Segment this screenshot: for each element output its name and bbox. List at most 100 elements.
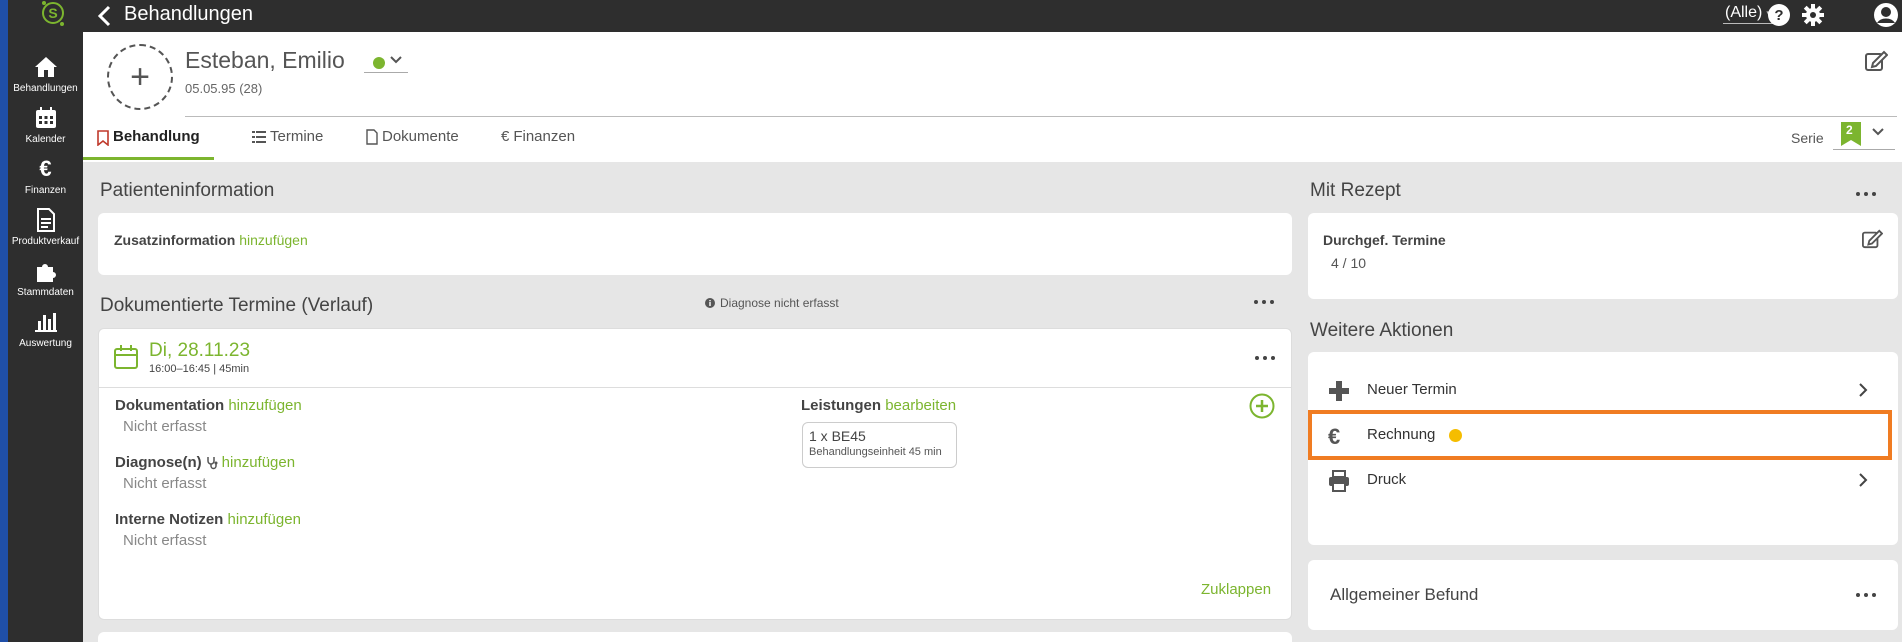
- list-icon: [252, 128, 266, 144]
- documentation-label: Dokumentation: [115, 397, 225, 414]
- sidebar: S Behandlungen Kalender € Finanzen Produ…: [8, 0, 83, 642]
- window-edge: [0, 0, 8, 642]
- termin-divider: [99, 387, 1291, 388]
- gear-icon[interactable]: [1801, 3, 1825, 27]
- tab-label: Dokumente: [382, 128, 459, 145]
- verlauf-more-icon[interactable]: [1254, 297, 1278, 307]
- rezept-label: Durchgef. Termine: [1323, 232, 1446, 248]
- tab-termine[interactable]: Termine: [252, 128, 323, 160]
- serie-badge: 2: [1846, 123, 1853, 137]
- tab-dokumente[interactable]: Dokumente: [366, 128, 459, 160]
- chevron-right-icon: [1858, 382, 1868, 398]
- diagnose-value: Nicht erfasst: [123, 475, 207, 492]
- edit-icon[interactable]: [1864, 50, 1888, 72]
- tab-label: Termine: [270, 128, 324, 145]
- befund-card[interactable]: Allgemeiner Befund: [1308, 560, 1898, 630]
- euro-icon: €: [39, 156, 52, 181]
- diagnose-add-link[interactable]: hinzufügen: [222, 454, 295, 471]
- zusatzinformation-label: Zusatzinformation: [114, 232, 236, 248]
- user-avatar-icon[interactable]: [1873, 2, 1899, 28]
- rezept-value: 4 / 10: [1331, 255, 1367, 271]
- nav-label: Behandlungen: [13, 83, 78, 94]
- nav-auswertung[interactable]: Auswertung: [8, 307, 83, 357]
- actions-card: Neuer Termin € Rechnung Druck: [1308, 352, 1898, 545]
- next-card-peek: [98, 632, 1292, 642]
- add-leistung-icon[interactable]: [1249, 393, 1275, 419]
- section-title-verlauf: Dokumentierte Termine (Verlauf): [100, 295, 374, 316]
- zusatzinformation-add-link[interactable]: hinzufügen: [239, 232, 308, 248]
- action-label: Rechnung: [1367, 426, 1436, 443]
- top-bar: Behandlungen (Alle)▾ ?: [83, 0, 1902, 32]
- bookmark-icon: [97, 128, 109, 146]
- diagnose-hint: Diagnose nicht erfasst: [705, 296, 839, 310]
- documentation-add-link[interactable]: hinzufügen: [228, 397, 301, 414]
- status-dropdown[interactable]: [364, 51, 408, 73]
- leistungen-label: Leistungen: [801, 397, 882, 414]
- leistungen-edit-link[interactable]: bearbeiten: [885, 397, 956, 414]
- add-photo-avatar[interactable]: +: [107, 44, 173, 110]
- patient-name: Esteban, Emilio: [185, 47, 345, 73]
- header-divider: [185, 116, 1897, 117]
- diagnose-row: Diagnose(n) hinzufügen: [115, 454, 295, 471]
- rezept-card: Durchgef. Termine 4 / 10: [1308, 213, 1898, 299]
- action-rechnung[interactable]: € Rechnung: [1308, 410, 1892, 460]
- stethoscope-icon: [206, 456, 218, 470]
- patient-header: + Esteban, Emilio 05.05.95 (28) Behandlu…: [83, 32, 1902, 162]
- printer-icon: [1328, 470, 1350, 492]
- befund-title: Allgemeiner Befund: [1330, 585, 1479, 604]
- filter-value: (Alle): [1725, 4, 1763, 21]
- patient-dob: 05.05.95 (28): [185, 81, 263, 96]
- help-icon[interactable]: ?: [1767, 3, 1791, 27]
- termin-card: Di, 28.11.23 16:00–16:45 | 45min Dokumen…: [98, 328, 1292, 620]
- patientinfo-card: Zusatzinformation hinzufügen: [98, 213, 1292, 275]
- euro-icon: €: [1328, 424, 1341, 449]
- notes-add-link[interactable]: hinzufügen: [228, 511, 301, 528]
- nav-produktverkauf[interactable]: Produktverkauf: [8, 205, 83, 255]
- tab-label: Finanzen: [513, 128, 576, 145]
- notes-label: Interne Notizen: [115, 511, 224, 528]
- diagnose-hint-text: Diagnose nicht erfasst: [720, 296, 839, 310]
- bar-chart-icon: [8, 307, 83, 337]
- leistungen-row: Leistungen bearbeiten: [801, 397, 956, 414]
- euro-icon: €: [501, 128, 510, 145]
- action-label: Neuer Termin: [1367, 381, 1457, 398]
- home-icon: [8, 52, 83, 82]
- termin-date: Di, 28.11.23: [149, 340, 251, 361]
- action-neuer-termin[interactable]: Neuer Termin: [1308, 370, 1892, 410]
- status-dot: [373, 57, 385, 69]
- nav-stammdaten[interactable]: Stammdaten: [8, 256, 83, 306]
- calendar-icon: [8, 103, 83, 133]
- diagnose-label: Diagnose(n): [115, 454, 202, 471]
- rezept-more-icon[interactable]: [1856, 189, 1880, 199]
- tab-finanzen[interactable]: € Finanzen: [501, 128, 575, 160]
- zusatzinformation-row: Zusatzinformation hinzufügen: [114, 232, 308, 248]
- action-druck[interactable]: Druck: [1308, 460, 1892, 500]
- nav-behandlungen[interactable]: Behandlungen: [8, 52, 83, 102]
- documentation-value: Nicht erfasst: [123, 418, 207, 435]
- app-logo-icon: S: [36, 0, 70, 30]
- documentation-row: Dokumentation hinzufügen: [115, 397, 302, 414]
- puzzle-icon: [8, 256, 83, 286]
- chevron-right-icon: [1858, 472, 1868, 488]
- nav-label: Auswertung: [19, 338, 72, 349]
- tab-behandlung[interactable]: Behandlung: [83, 128, 214, 160]
- file-icon: [366, 128, 378, 145]
- leistung-code: 1 x BE45: [809, 428, 866, 444]
- nav-label: Stammdaten: [17, 287, 74, 298]
- svg-text:?: ?: [1774, 7, 1783, 24]
- back-chevron-icon[interactable]: [95, 5, 115, 27]
- leistung-chip[interactable]: 1 x BE45 Behandlungseinheit 45 min: [802, 422, 957, 468]
- nav-kalender[interactable]: Kalender: [8, 103, 83, 153]
- termin-more-icon[interactable]: [1255, 353, 1279, 363]
- befund-more-icon[interactable]: [1856, 590, 1880, 600]
- nav-finanzen[interactable]: € Finanzen: [8, 154, 83, 204]
- document-icon: [8, 205, 83, 235]
- action-label: Druck: [1367, 471, 1407, 488]
- calendar-icon: [114, 345, 138, 369]
- collapse-link[interactable]: Zuklappen: [1201, 581, 1271, 598]
- notes-row: Interne Notizen hinzufügen: [115, 511, 301, 528]
- rechnung-status-dot: [1449, 429, 1462, 442]
- serie-dropdown[interactable]: 2: [1833, 120, 1895, 150]
- edit-icon[interactable]: [1861, 229, 1883, 249]
- chevron-down-icon: [390, 55, 402, 65]
